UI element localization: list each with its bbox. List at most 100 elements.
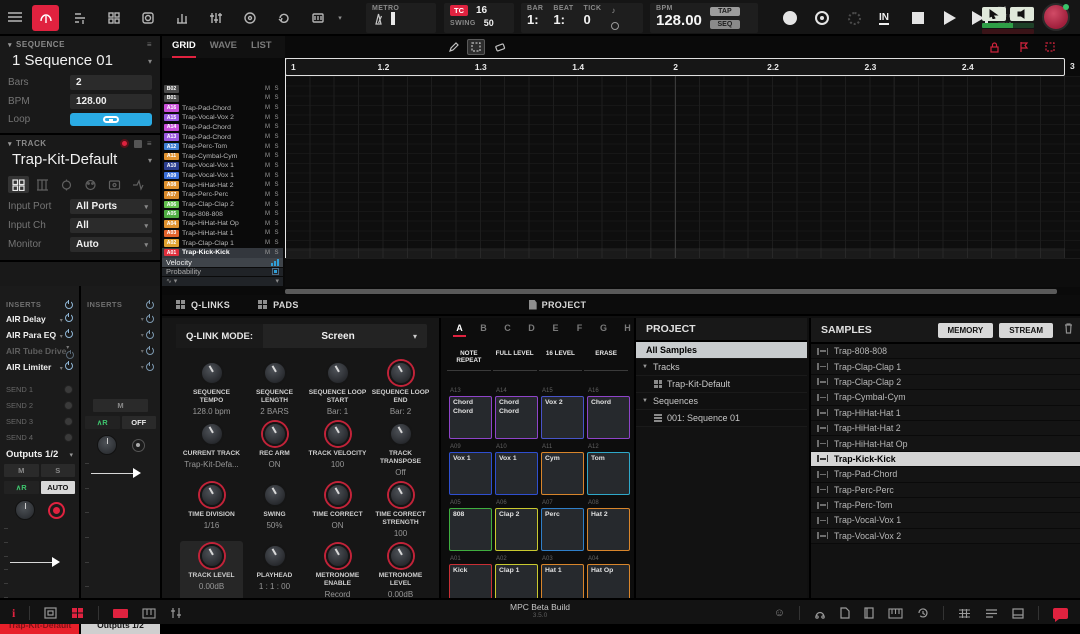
pad-a06[interactable]: Clap 2 (495, 508, 538, 551)
pad-bank-g[interactable]: G (597, 323, 610, 337)
channel-mixer-button[interactable] (168, 5, 195, 31)
row-solo-button[interactable]: S (272, 192, 281, 198)
panel-layout-icon[interactable] (1012, 608, 1024, 619)
qlink-knob-cell[interactable]: TIME CORRECTON (306, 480, 369, 541)
track-row[interactable]: A06Trap-Clap-Clap 2MS (162, 200, 283, 210)
record-arm-button[interactable] (48, 502, 65, 519)
qlink-knob[interactable] (389, 483, 413, 507)
cv-icon[interactable] (104, 176, 125, 193)
mute-button[interactable]: M (93, 399, 148, 412)
grid-layout-icon[interactable] (958, 608, 971, 619)
sample-row[interactable]: Trap-Clap-Clap 2 (811, 375, 1080, 390)
project-item-group[interactable]: ▼Sequences (636, 393, 807, 410)
pencil-tool[interactable] (445, 39, 463, 55)
horizontal-scrollbar[interactable] (285, 289, 1057, 294)
qlink-knob-cell[interactable]: SEQUENCE LENGTH2 BARS (243, 358, 306, 419)
insert-slot[interactable]: ▾ (81, 327, 160, 343)
row-solo-button[interactable]: S (272, 173, 281, 179)
row-solo-button[interactable]: S (272, 250, 281, 256)
row-mute-button[interactable]: M (263, 211, 272, 217)
seq-button[interactable]: SEQ (710, 20, 740, 29)
qlink-knob[interactable] (389, 544, 413, 568)
qlink-knob[interactable] (263, 361, 287, 385)
note-repeat-button[interactable]: NOTE REPEAT (447, 345, 491, 371)
qlink-knob[interactable] (200, 422, 224, 446)
qlink-knob-cell[interactable]: SWING50% (243, 480, 306, 541)
row-solo-button[interactable]: S (272, 221, 281, 227)
track-row[interactable]: A01Trap-Kick-KickMS (162, 248, 283, 258)
fader-handle[interactable] (52, 557, 60, 567)
tick-value[interactable]: 0 (584, 12, 602, 27)
insert-slot[interactable]: AIR Tube Drive▾ (0, 343, 79, 359)
chevron-down-icon[interactable]: ▾ (60, 318, 63, 324)
input-port-select[interactable]: All Ports▾ (70, 199, 152, 214)
sample-row[interactable]: Trap-Perc-Tom (811, 498, 1080, 513)
pad-a13[interactable]: ChordChord (449, 396, 492, 439)
row-mute-button[interactable]: M (263, 250, 272, 256)
qlink-knob[interactable] (326, 544, 350, 568)
insert-slot[interactable]: ▾ (81, 343, 160, 359)
track-row[interactable]: A04Trap-HiHat-Hat OpMS (162, 219, 283, 229)
pad-bank-b[interactable]: B (477, 323, 490, 337)
lane-automation-selector[interactable]: ∿ ▾▾ (162, 277, 283, 287)
row-solo-button[interactable]: S (272, 115, 281, 121)
record-arm-icon[interactable] (120, 139, 129, 148)
feedback-icon[interactable]: ☺ (774, 607, 785, 619)
pad-bank-e[interactable]: E (549, 323, 562, 337)
tree-expand-icon[interactable]: ▼ (642, 398, 648, 404)
qlink-knob[interactable] (326, 361, 350, 385)
track-view-button[interactable] (32, 5, 59, 31)
pad-perform-button[interactable] (304, 5, 331, 31)
pad-a08[interactable]: Hat 2 (587, 508, 630, 551)
track-row[interactable]: A03Trap-HiHat-Hat 1MS (162, 229, 283, 239)
qlink-mode-bar[interactable]: Q-LINK MODE: Screen ▾ (176, 324, 427, 348)
sequence-panel-header[interactable]: ▾ SEQUENCE ≡ (0, 36, 160, 51)
looper-button[interactable] (270, 5, 297, 31)
list-layout-icon[interactable] (985, 608, 998, 619)
solo-button[interactable]: S (41, 464, 76, 477)
collapse-icon[interactable]: ▾ (8, 140, 12, 148)
pad-bank-h[interactable]: H (621, 323, 634, 337)
tc-value[interactable]: 16 (476, 5, 487, 16)
pad-a14[interactable]: ChordChord (495, 396, 538, 439)
pad-audition-button[interactable] (1010, 7, 1034, 21)
monitor-select[interactable]: Auto▾ (70, 237, 152, 252)
row-mute-button[interactable]: M (263, 221, 272, 227)
tab-grid[interactable]: GRID (172, 40, 196, 58)
sample-row[interactable]: Trap-HiHat-Hat 1 (811, 406, 1080, 421)
insert-slot[interactable]: ▾ (81, 359, 160, 375)
fader-zone[interactable] (81, 459, 160, 616)
automation-button[interactable]: ∧R (85, 416, 120, 429)
chevron-down-icon[interactable]: ▾ (141, 348, 144, 355)
program-edit-button[interactable] (100, 5, 127, 31)
seq-bpm-value[interactable]: 128.00 (70, 94, 152, 109)
row-mute-button[interactable]: M (263, 153, 272, 159)
fader-handle[interactable] (133, 468, 141, 478)
track-selector[interactable]: Trap-Kit-Default ▾ (0, 150, 160, 172)
row-mute-button[interactable]: M (263, 182, 272, 188)
file-icon[interactable] (840, 607, 850, 619)
sample-row[interactable]: Trap-Vocal-Vox 1 (811, 513, 1080, 528)
pad-a09[interactable]: Vox 1 (449, 452, 492, 495)
qlink-knob-cell[interactable]: METRONOME ENABLERecord (306, 541, 369, 602)
track-row[interactable]: A05Trap-808-808MS (162, 209, 283, 219)
power-icon[interactable] (65, 330, 73, 338)
sequence-menu-icon[interactable]: ≡ (147, 40, 152, 49)
16-level-button[interactable]: 16 LEVEL (539, 345, 583, 371)
tab-list[interactable]: LIST (251, 40, 272, 58)
pad-a05[interactable]: 808 (449, 508, 492, 551)
row-solo-button[interactable]: S (272, 86, 281, 92)
qlink-knob[interactable] (326, 422, 350, 446)
note-lock-button[interactable] (985, 39, 1003, 55)
timeline-ruler[interactable]: 11.21.31.422.22.32.4 (285, 58, 1065, 76)
send-knob[interactable] (64, 433, 73, 442)
stream-button[interactable]: STREAM (999, 323, 1053, 338)
send-slot[interactable]: SEND 4 (0, 429, 79, 445)
region-select-button[interactable] (1041, 39, 1059, 55)
midi-icon[interactable] (80, 176, 101, 193)
track-row[interactable]: A14Trap-Pad-ChordMS (162, 123, 283, 133)
track-row[interactable]: B01MS (162, 94, 283, 104)
row-solo-button[interactable]: S (272, 163, 281, 169)
mono-button[interactable] (132, 439, 145, 452)
qlink-knob[interactable] (263, 544, 287, 568)
